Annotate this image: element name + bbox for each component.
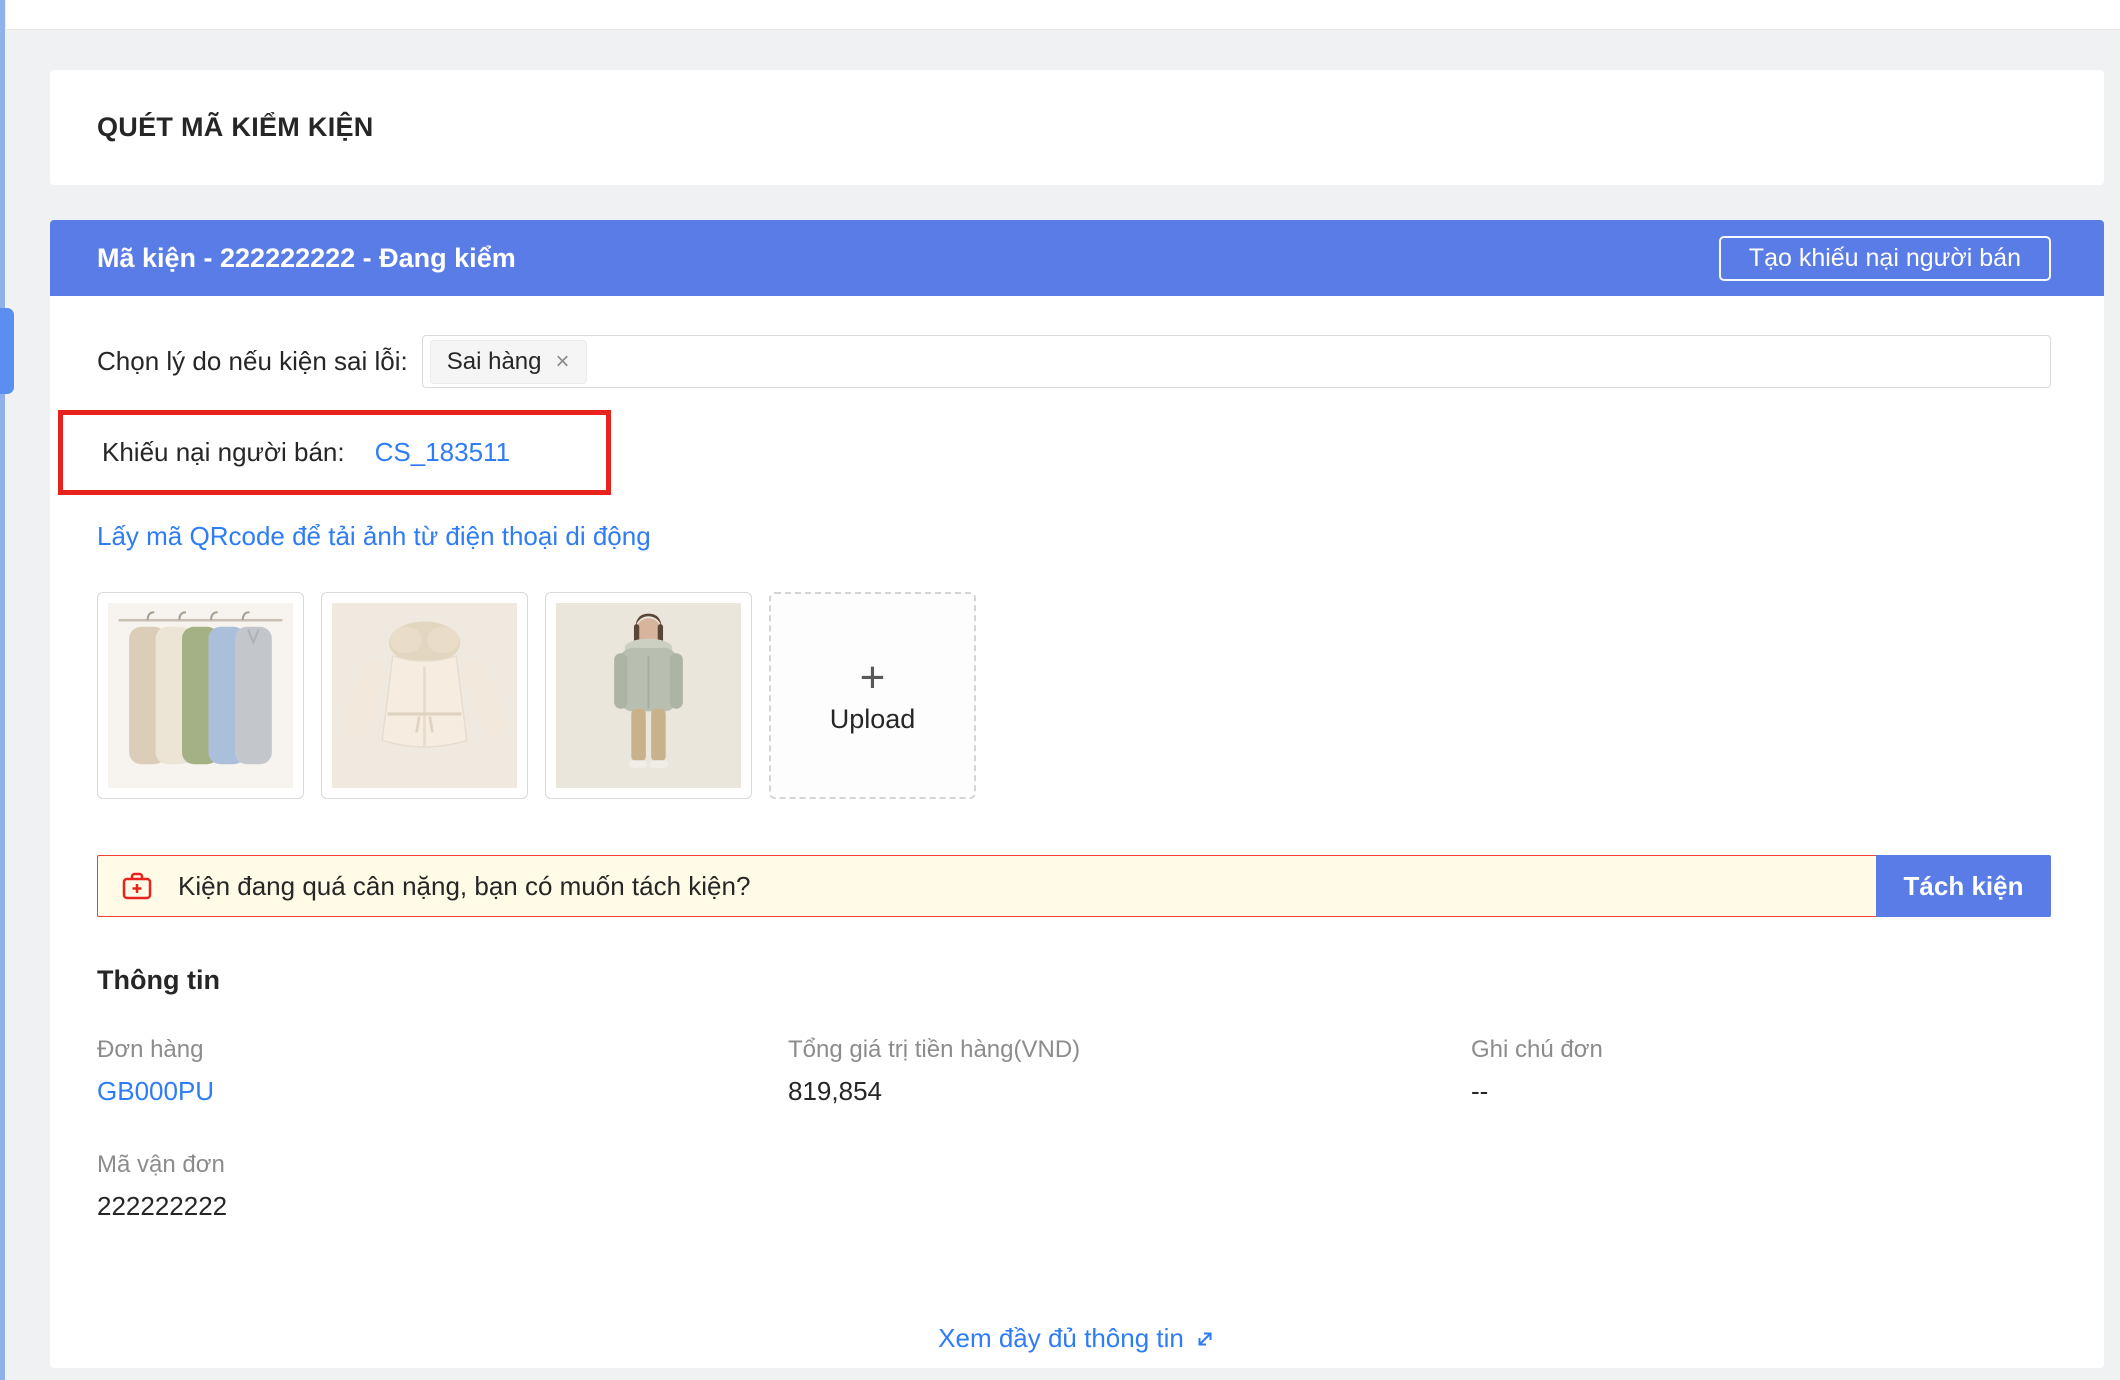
upload-label: Upload [830, 704, 916, 735]
model-in-gray-parka-image [556, 603, 741, 788]
info-grid: Đơn hàng GB000PU Tổng giá trị tiền hàng(… [97, 1036, 2051, 1222]
product-photo-model[interactable] [545, 592, 752, 799]
selected-reason-tag[interactable]: Sai hàng × [430, 340, 587, 384]
reason-row: Chọn lý do nếu kiện sai lỗi: Sai hàng × [97, 335, 2051, 388]
scroll-indicator[interactable] [0, 308, 14, 394]
info-field-order-note: Ghi chú đơn -- [1471, 1036, 2051, 1107]
info-section-heading: Thông tin [97, 965, 2051, 996]
overweight-alert: Kiện đang quá cân nặng, bạn có muốn tách… [97, 855, 2051, 917]
tracking-code-label: Mã vận đơn [97, 1151, 788, 1179]
complaint-label: Khiếu nại người bán: [102, 437, 345, 468]
first-aid-kit-icon [120, 870, 154, 902]
cardigans-on-hangers-image [108, 603, 293, 788]
package-body: Chọn lý do nếu kiện sai lỗi: Sai hàng × … [50, 296, 2104, 1368]
package-header-title: Mã kiện - 222222222 - Đang kiểm [97, 243, 516, 274]
order-note-value: -- [1471, 1076, 2051, 1107]
page-title: QUÉT MÃ KIỂM KIỆN [97, 112, 374, 143]
plus-icon: + [860, 656, 886, 700]
upload-button[interactable]: + Upload [769, 592, 976, 799]
order-code-link[interactable]: GB000PU [97, 1076, 214, 1106]
tracking-code-value: 222222222 [97, 1191, 788, 1222]
selected-reason-label: Sai hàng [447, 348, 542, 376]
page-left-accent [0, 0, 5, 1380]
order-note-label: Ghi chú đơn [1471, 1036, 2051, 1064]
order-label: Đơn hàng [97, 1036, 788, 1064]
total-value-label: Tổng giá trị tiền hàng(VND) [788, 1036, 1471, 1064]
split-package-button[interactable]: Tách kiện [1876, 855, 2051, 917]
reason-select-input[interactable]: Sai hàng × [422, 335, 2051, 388]
overweight-alert-body: Kiện đang quá cân nặng, bạn có muốn tách… [97, 855, 1876, 917]
package-header: Mã kiện - 222222222 - Đang kiểm Tạo khiế… [50, 220, 2104, 296]
view-full-info-link[interactable]: Xem đầy đủ thông tin [50, 1323, 2104, 1354]
cream-fur-hood-coat-image [332, 603, 517, 788]
info-field-order: Đơn hàng GB000PU [97, 1036, 788, 1107]
package-card: Mã kiện - 222222222 - Đang kiểm Tạo khiế… [50, 220, 2104, 1368]
product-photo-coat[interactable] [321, 592, 528, 799]
reason-label: Chọn lý do nếu kiện sai lỗi: [97, 346, 408, 377]
expand-icon [1194, 1328, 1216, 1350]
overweight-alert-message: Kiện đang quá cân nặng, bạn có muốn tách… [178, 871, 750, 902]
qr-code-link[interactable]: Lấy mã QRcode để tải ảnh từ điện thoại d… [97, 521, 651, 552]
view-full-info-label: Xem đầy đủ thông tin [938, 1323, 1184, 1354]
top-bar [6, 0, 2120, 30]
complaint-id-link[interactable]: CS_183511 [375, 437, 510, 468]
total-value: 819,854 [788, 1076, 1471, 1107]
info-field-tracking-code: Mã vận đơn 222222222 [97, 1151, 788, 1222]
main-content: QUÉT MÃ KIỂM KIỆN Mã kiện - 222222222 - … [50, 70, 2104, 1368]
page-title-card: QUÉT MÃ KIỂM KIỆN [50, 70, 2104, 185]
info-field-total-value: Tổng giá trị tiền hàng(VND) 819,854 [788, 1036, 1471, 1107]
remove-tag-icon[interactable]: × [556, 350, 570, 374]
complaint-annotation-box: Khiếu nại người bán: CS_183511 [58, 410, 611, 495]
create-seller-complaint-button[interactable]: Tạo khiếu nại người bán [1719, 236, 2051, 281]
product-photo-cardigans[interactable] [97, 592, 304, 799]
photo-thumbnails: + Upload [97, 592, 2051, 799]
